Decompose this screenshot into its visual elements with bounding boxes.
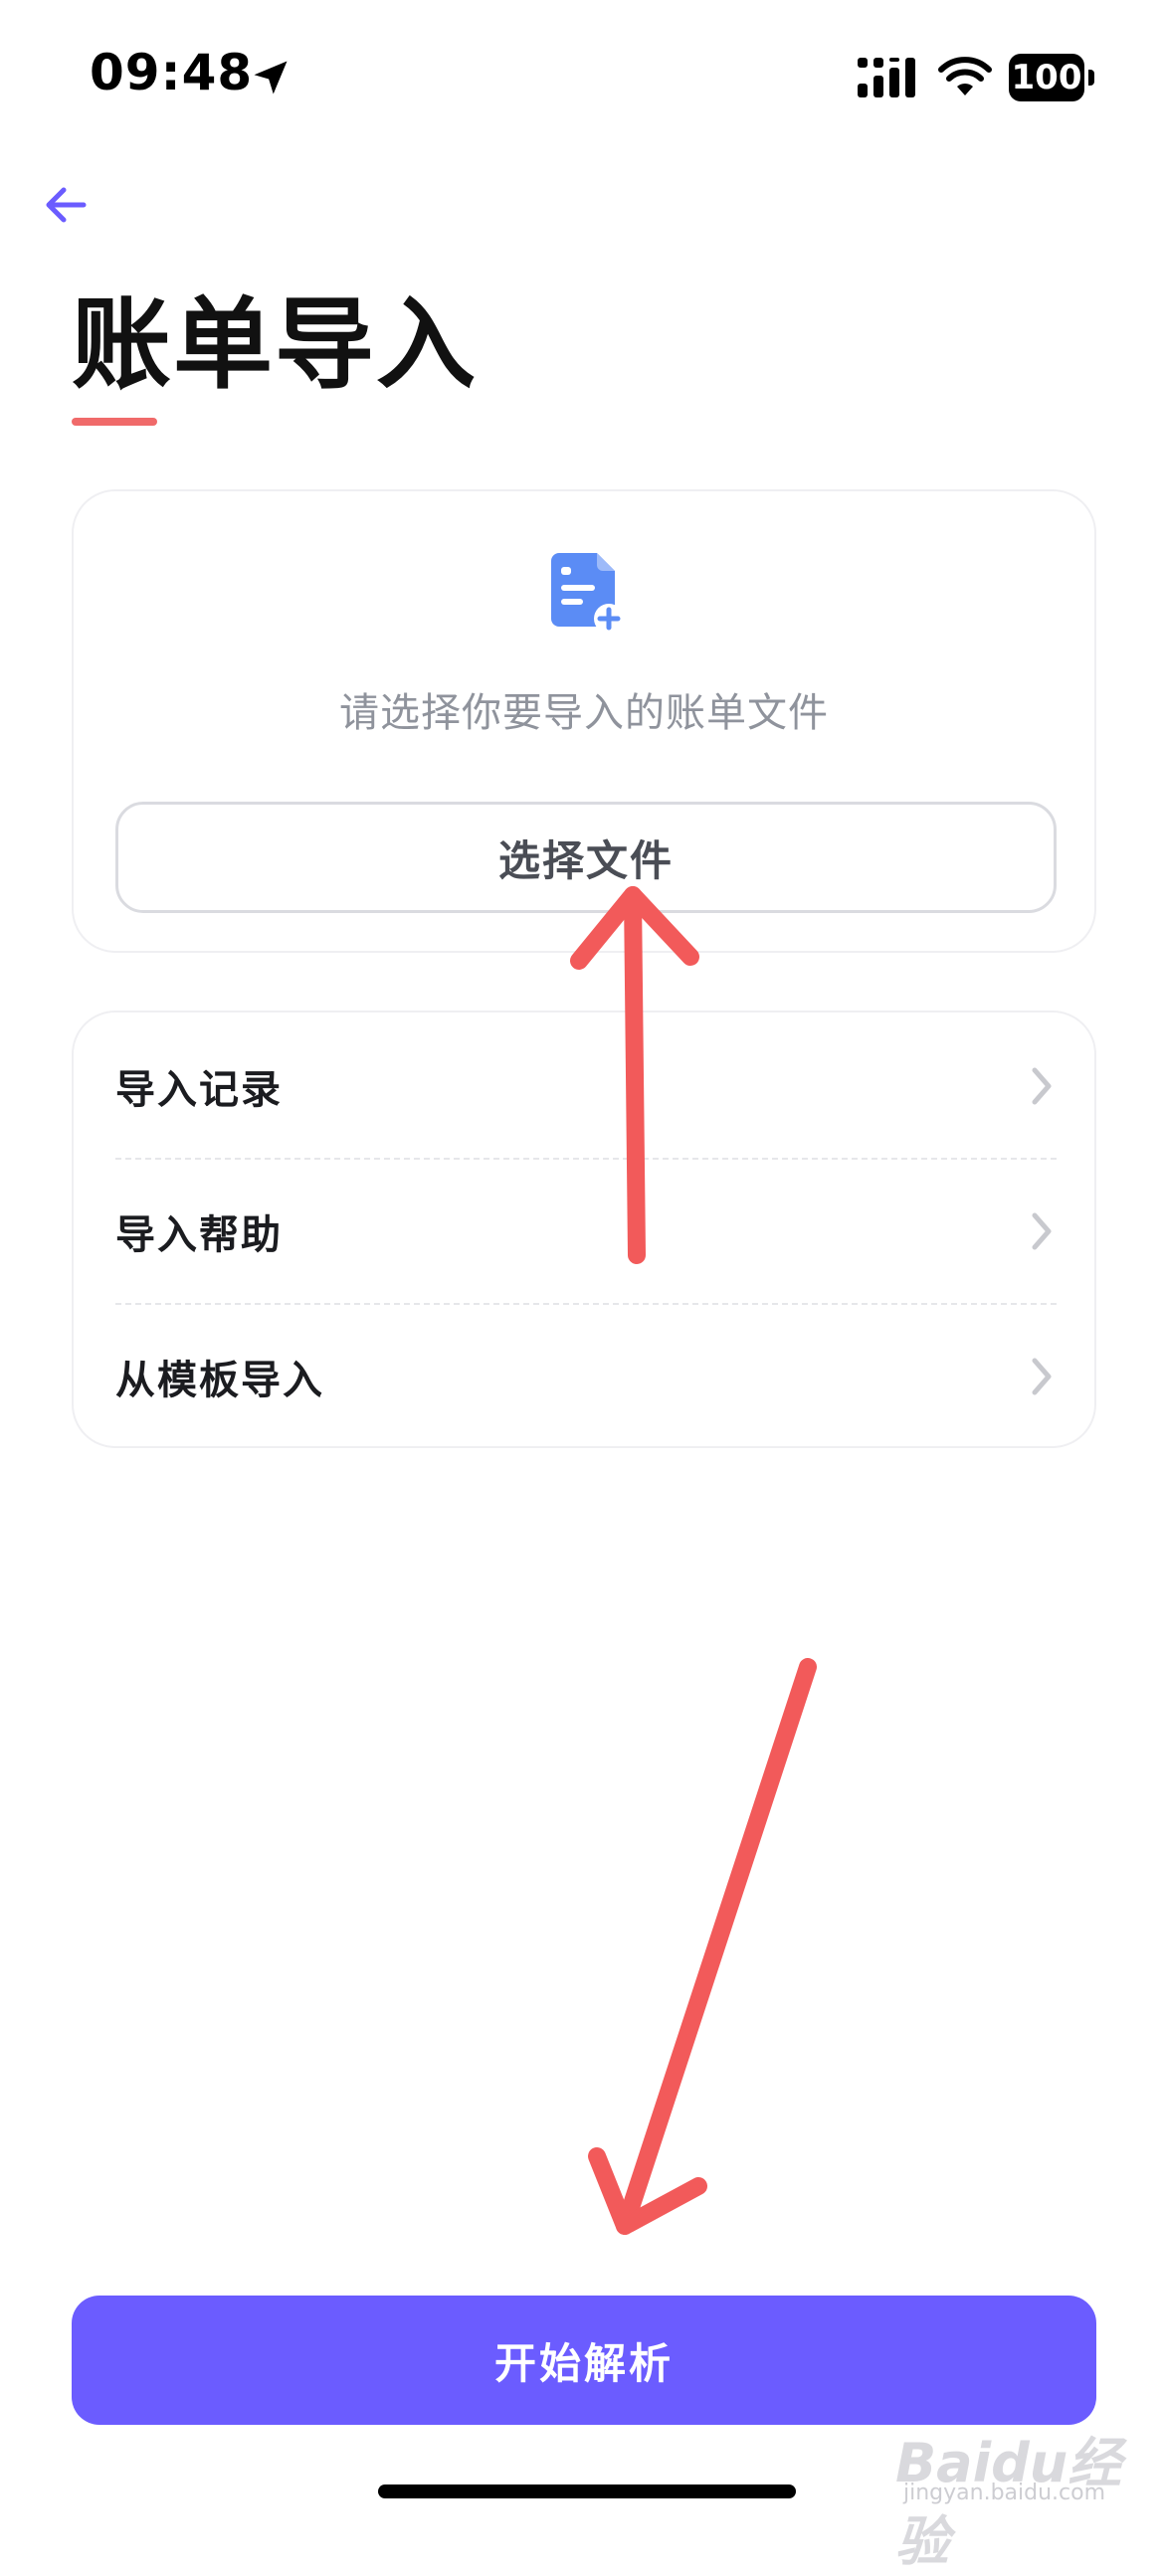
arrow-left-icon <box>46 187 87 223</box>
battery-icon: 100 <box>1009 54 1094 101</box>
location-arrow-icon <box>254 61 288 94</box>
upload-card: 请选择你要导入的账单文件 选择文件 <box>72 489 1096 953</box>
home-indicator[interactable] <box>378 2484 796 2498</box>
menu-item-import-records[interactable]: 导入记录 <box>74 1012 1094 1160</box>
watermark-url: jingyan.baidu.com <box>903 2481 1106 2505</box>
back-button[interactable] <box>34 173 97 237</box>
title-underline <box>72 418 157 426</box>
battery-level: 100 <box>1009 54 1084 101</box>
cellular-signal-icon <box>858 58 915 97</box>
file-add-icon <box>551 553 624 634</box>
menu-item-label: 导入记录 <box>115 1067 283 1113</box>
menu-item-label: 从模板导入 <box>115 1358 324 1403</box>
chevron-right-icon <box>1032 1358 1052 1395</box>
arrow-down-annotation <box>588 1658 817 2235</box>
choose-file-button[interactable]: 选择文件 <box>115 802 1057 913</box>
status-time: 09:48 <box>90 44 254 101</box>
menu-card: 导入记录 导入帮助 从模板导入 <box>72 1011 1096 1448</box>
page-title: 账单导入 <box>72 286 478 403</box>
status-bar: 09:48 100 <box>0 0 1164 149</box>
menu-item-label: 导入帮助 <box>115 1212 283 1258</box>
watermark-logo: Baidu经验 jingyan.baidu.com <box>895 2399 1124 2573</box>
menu-item-import-help[interactable]: 导入帮助 <box>74 1158 1094 1305</box>
chevron-right-icon <box>1032 1212 1052 1250</box>
wifi-icon <box>938 57 992 95</box>
chevron-right-icon <box>1032 1067 1052 1105</box>
battery-tip <box>1088 70 1094 86</box>
upload-hint: 请选择你要导入的账单文件 <box>339 690 829 736</box>
menu-item-import-from-template[interactable]: 从模板导入 <box>74 1303 1094 1450</box>
